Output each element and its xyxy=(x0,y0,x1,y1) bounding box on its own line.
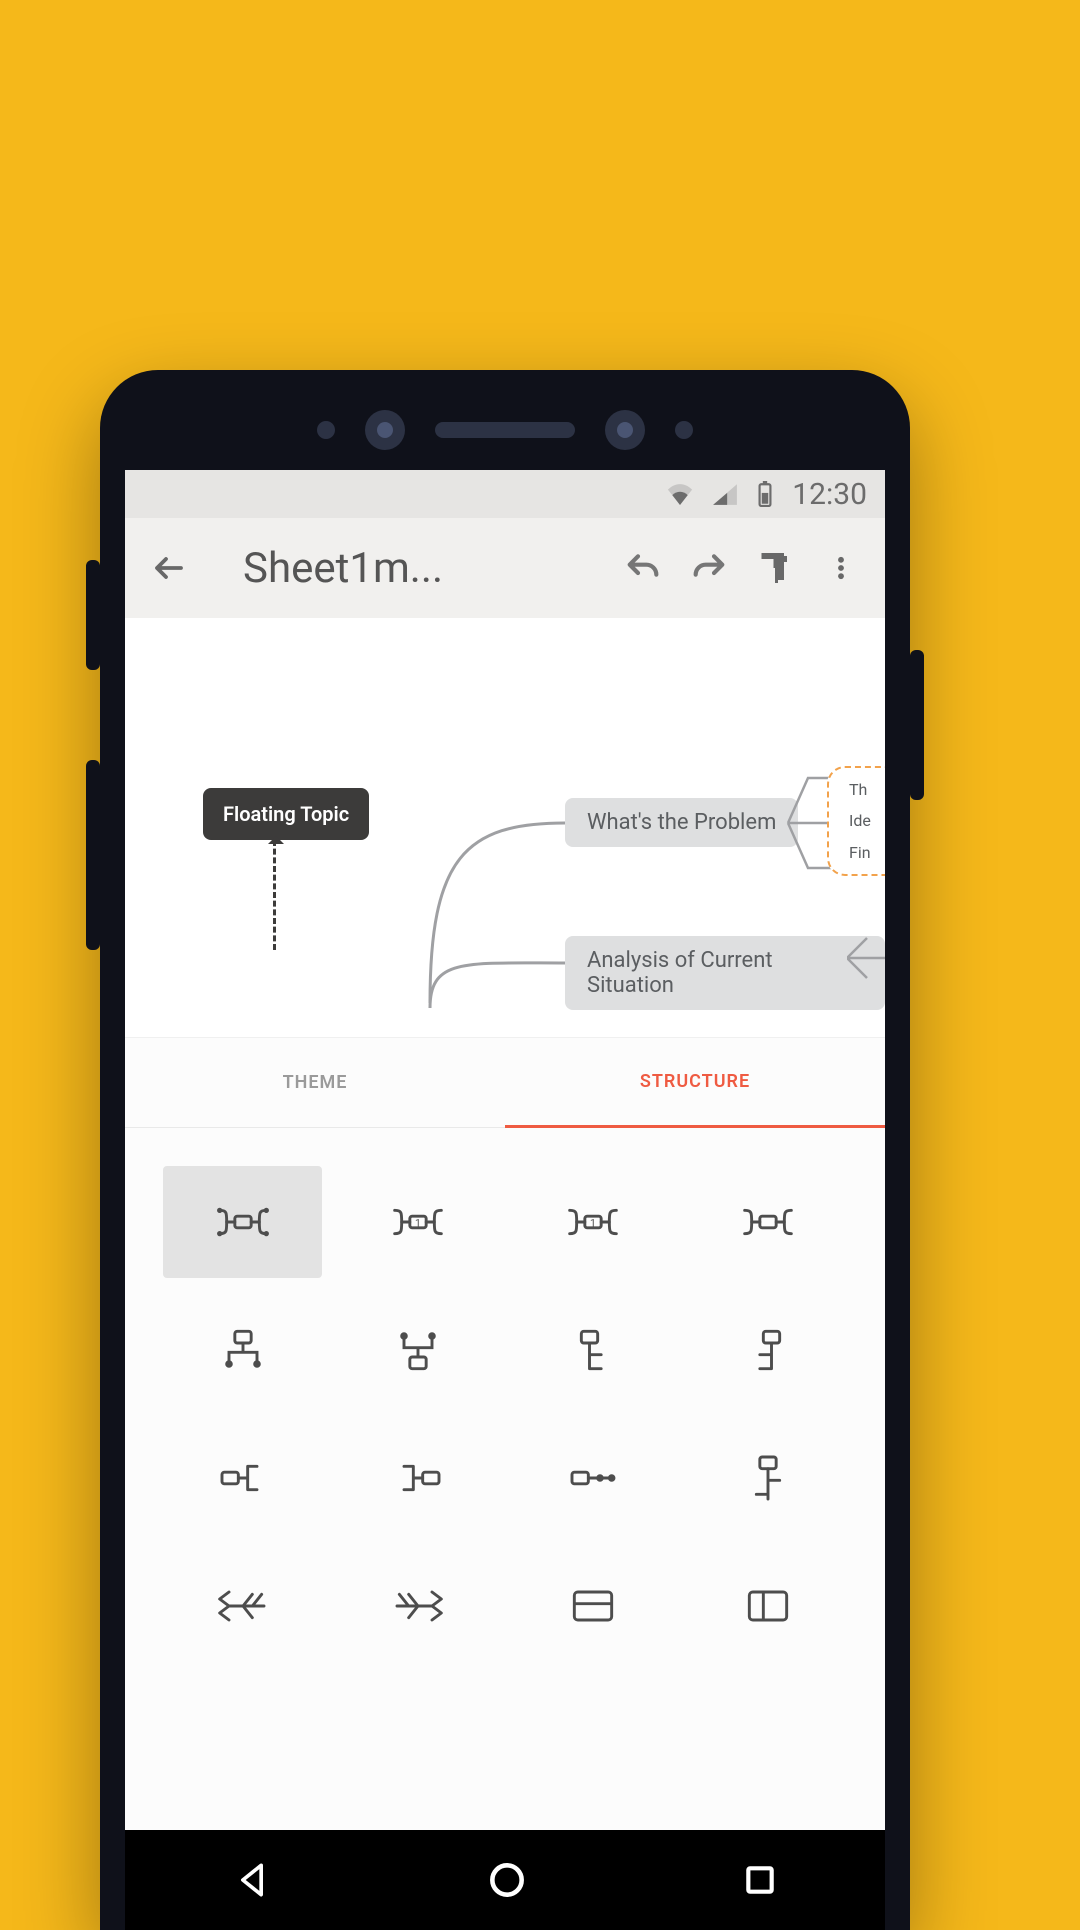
nav-home-button[interactable] xyxy=(485,1858,529,1902)
structure-option-logic-right[interactable] xyxy=(155,1414,330,1542)
mindmap-node[interactable]: Analysis of Current Situation xyxy=(565,936,885,1010)
partial-node[interactable]: Th xyxy=(849,780,885,799)
structure-option-org-up[interactable] xyxy=(330,1286,505,1414)
structure-option-map-anticlockwise[interactable]: 1 xyxy=(505,1158,680,1286)
status-bar: 12:30 xyxy=(125,470,885,518)
nav-recent-button[interactable] xyxy=(740,1860,780,1900)
structure-option-map-alt[interactable] xyxy=(680,1158,855,1286)
battery-icon xyxy=(756,481,774,507)
structure-grid: 1 1 xyxy=(125,1128,885,1680)
phone-notch xyxy=(100,400,910,460)
connector-line xyxy=(425,948,575,1018)
structure-option-timeline-horizontal[interactable] xyxy=(505,1414,680,1542)
structure-option-spreadsheet[interactable] xyxy=(505,1542,680,1670)
app-toolbar: Sheet1m... xyxy=(125,518,885,618)
mindmap-node[interactable]: What's the Problem xyxy=(565,798,798,847)
redo-button[interactable] xyxy=(687,546,731,590)
android-navbar xyxy=(125,1830,885,1930)
format-button[interactable] xyxy=(753,546,797,590)
structure-option-map-clockwise[interactable]: 1 xyxy=(330,1158,505,1286)
structure-option-logic-left[interactable] xyxy=(330,1414,505,1542)
brace-icon xyxy=(847,934,885,982)
svg-text:1: 1 xyxy=(590,1217,596,1230)
phone-frame: 12:30 Sheet1m... Floating Topic xyxy=(100,370,910,1930)
partial-node[interactable]: Ide xyxy=(849,811,885,830)
wifi-icon xyxy=(666,483,694,505)
screen: 12:30 Sheet1m... Floating Topic xyxy=(125,470,885,1930)
tab-theme[interactable]: THEME xyxy=(125,1038,505,1128)
partial-node[interactable]: Fin xyxy=(849,843,885,862)
floating-topic-node[interactable]: Floating Topic xyxy=(203,788,369,840)
structure-option-timeline-vertical[interactable] xyxy=(680,1414,855,1542)
status-time: 12:30 xyxy=(792,477,867,512)
undo-button[interactable] xyxy=(621,546,665,590)
mindmap-canvas[interactable]: Floating Topic What's the Problem Analys… xyxy=(125,618,885,1038)
tab-structure[interactable]: STRUCTURE xyxy=(505,1038,885,1128)
structure-option-matrix[interactable] xyxy=(680,1542,855,1670)
side-button xyxy=(910,650,924,800)
nav-back-button[interactable] xyxy=(230,1858,274,1902)
document-title[interactable]: Sheet1m... xyxy=(243,544,443,593)
structure-option-org-down[interactable] xyxy=(155,1286,330,1414)
svg-text:1: 1 xyxy=(415,1217,421,1230)
structure-option-tree-left[interactable] xyxy=(680,1286,855,1414)
structure-option-fishbone-right[interactable] xyxy=(330,1542,505,1670)
sheet-tabs: THEME STRUCTURE xyxy=(125,1038,885,1128)
back-button[interactable] xyxy=(147,546,191,590)
more-button[interactable] xyxy=(819,546,863,590)
side-button xyxy=(86,760,100,950)
floating-connector xyxy=(273,840,276,950)
structure-option-map-balanced[interactable] xyxy=(163,1166,322,1278)
side-button xyxy=(86,560,100,670)
partial-node-group: Th Ide Fin xyxy=(827,766,885,876)
structure-option-fishbone-left[interactable] xyxy=(155,1542,330,1670)
structure-option-tree-right[interactable] xyxy=(505,1286,680,1414)
signal-icon xyxy=(712,483,738,505)
bottom-sheet: THEME STRUCTURE 1 1 xyxy=(125,1038,885,1930)
